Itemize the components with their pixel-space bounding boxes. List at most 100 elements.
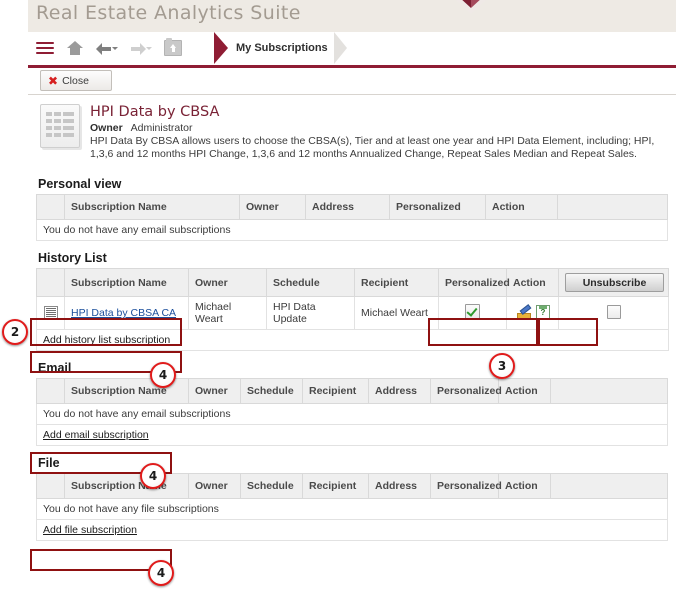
col-personalized: Personalized	[438, 268, 510, 297]
col-action: Action	[485, 194, 558, 220]
col-subscription-name: Subscription Name	[64, 378, 189, 404]
chevron-decoration-icon	[428, 0, 514, 26]
col-spacer	[36, 194, 65, 220]
col-spacer	[36, 378, 65, 404]
cell-schedule: HPI Data Update	[266, 296, 355, 330]
owner-label: Owner	[90, 122, 123, 134]
row-grid-icon-cell	[36, 296, 65, 330]
col-trailing	[550, 378, 668, 404]
close-bar: ✖ Close	[28, 68, 676, 95]
table-header-row: Subscription Name Owner Address Personal…	[36, 194, 668, 220]
add-link-row: Add history list subscription	[36, 329, 669, 351]
add-link-row: Add email subscription	[36, 424, 668, 446]
report-owner-line: Owner Administrator	[90, 122, 666, 134]
col-spacer	[36, 473, 65, 499]
col-owner: Owner	[188, 378, 241, 404]
cell-subscription-name: HPI Data by CBSA CA	[64, 296, 189, 330]
table-row[interactable]: HPI Data by CBSA CA Michael Weart HPI Da…	[36, 296, 669, 330]
col-subscription-name: Subscription Name	[64, 473, 189, 499]
doc-info-icon[interactable]: ?	[535, 305, 550, 320]
table-empty-row: You do not have any email subscriptions	[36, 219, 668, 241]
col-address: Address	[368, 378, 431, 404]
col-owner: Owner	[239, 194, 306, 220]
section-email: Email Subscription Name Owner Schedule R…	[36, 361, 668, 446]
section-heading-personal-view: Personal view	[38, 177, 122, 191]
application-window: Real Estate Analytics Suite My Subscript…	[0, 0, 676, 591]
section-personal-view: Personal view Subscription Name Owner Ad…	[36, 177, 668, 241]
col-owner: Owner	[188, 473, 241, 499]
home-icon[interactable]	[67, 41, 83, 55]
col-schedule: Schedule	[240, 378, 303, 404]
edit-icon[interactable]	[515, 304, 532, 320]
app-title: Real Estate Analytics Suite	[36, 2, 301, 24]
add-history-list-subscription-link[interactable]: Add history list subscription	[43, 334, 170, 346]
left-gutter	[0, 0, 28, 591]
report-header: HPI Data by CBSA Owner Administrator HPI…	[36, 95, 668, 167]
unsubscribe-button[interactable]: Unsubscribe	[565, 273, 664, 292]
col-owner: Owner	[188, 268, 267, 297]
col-action: Action	[498, 378, 551, 404]
cell-recipient: Michael Weart	[354, 296, 439, 330]
col-action: Action	[498, 473, 551, 499]
subscription-name-link[interactable]: HPI Data by CBSA CA	[71, 307, 176, 319]
col-subscription-name: Subscription Name	[64, 194, 240, 220]
col-address: Address	[368, 473, 431, 499]
close-x-icon: ✖	[48, 73, 59, 88]
col-schedule: Schedule	[266, 268, 355, 297]
add-link-row: Add file subscription	[36, 519, 668, 541]
section-heading-file: File	[38, 456, 60, 470]
section-history-list: History List Subscription Name Owner Sch…	[36, 251, 669, 351]
col-personalized: Personalized	[430, 473, 502, 499]
section-heading-history-list: History List	[38, 251, 107, 265]
add-file-link-cell: Add file subscription	[36, 519, 668, 541]
table-header-row: Subscription Name Owner Schedule Recipie…	[36, 473, 668, 499]
main-toolbar: My Subscriptions	[28, 32, 676, 68]
add-email-subscription-link[interactable]: Add email subscription	[43, 429, 149, 441]
col-trailing	[557, 194, 668, 220]
cell-action: ?	[506, 296, 559, 330]
personal-view-table: Subscription Name Owner Address Personal…	[36, 194, 668, 241]
col-recipient: Recipient	[302, 378, 369, 404]
close-button-label: Close	[62, 74, 89, 87]
add-history-link-cell: Add history list subscription	[36, 329, 669, 351]
col-recipient: Recipient	[302, 473, 369, 499]
owner-value: Administrator	[130, 122, 193, 134]
col-subscription-name: Subscription Name	[64, 268, 189, 297]
cell-unsubscribe	[558, 296, 669, 330]
menu-icon[interactable]	[36, 41, 54, 55]
back-arrow-icon[interactable]	[96, 42, 118, 55]
report-description: HPI Data By CBSA allows users to choose …	[90, 135, 655, 160]
close-button[interactable]: ✖ Close	[40, 70, 112, 91]
col-personalized: Personalized	[389, 194, 486, 220]
folder-up-icon[interactable]	[164, 38, 182, 56]
col-trailing	[550, 473, 668, 499]
col-spacer	[36, 268, 65, 297]
add-email-link-cell: Add email subscription	[36, 424, 668, 446]
add-file-subscription-link[interactable]: Add file subscription	[43, 524, 137, 536]
file-table: Subscription Name Owner Schedule Recipie…	[36, 473, 668, 541]
page-content: HPI Data by CBSA Owner Administrator HPI…	[28, 95, 676, 541]
personalized-checked-icon[interactable]	[465, 304, 480, 319]
unsubscribe-checkbox[interactable]	[606, 304, 621, 319]
email-empty-text: You do not have any email subscriptions	[36, 403, 668, 425]
email-table: Subscription Name Owner Schedule Recipie…	[36, 378, 668, 446]
report-title: HPI Data by CBSA	[90, 104, 220, 120]
breadcrumb-item-my-subscriptions[interactable]: My Subscriptions	[236, 42, 328, 54]
section-file: File Subscription Name Owner Schedule Re…	[36, 456, 668, 541]
grid-icon[interactable]	[43, 305, 58, 319]
cell-personalized	[438, 296, 507, 330]
file-empty-text: You do not have any file subscriptions	[36, 498, 668, 520]
forward-arrow-icon[interactable]	[130, 42, 152, 55]
table-header-row: Subscription Name Owner Schedule Recipie…	[36, 378, 668, 404]
col-recipient: Recipient	[354, 268, 439, 297]
history-list-table: Subscription Name Owner Schedule Recipie…	[36, 268, 669, 351]
col-personalized: Personalized	[430, 378, 502, 404]
section-heading-email: Email	[38, 361, 72, 375]
col-schedule: Schedule	[240, 473, 303, 499]
col-action: Action	[506, 268, 559, 297]
table-header-row: Subscription Name Owner Schedule Recipie…	[36, 268, 669, 297]
col-address: Address	[305, 194, 390, 220]
app-shell: Real Estate Analytics Suite My Subscript…	[28, 0, 676, 591]
report-grid-icon	[40, 104, 80, 148]
personal-empty-text: You do not have any email subscriptions	[36, 219, 668, 241]
